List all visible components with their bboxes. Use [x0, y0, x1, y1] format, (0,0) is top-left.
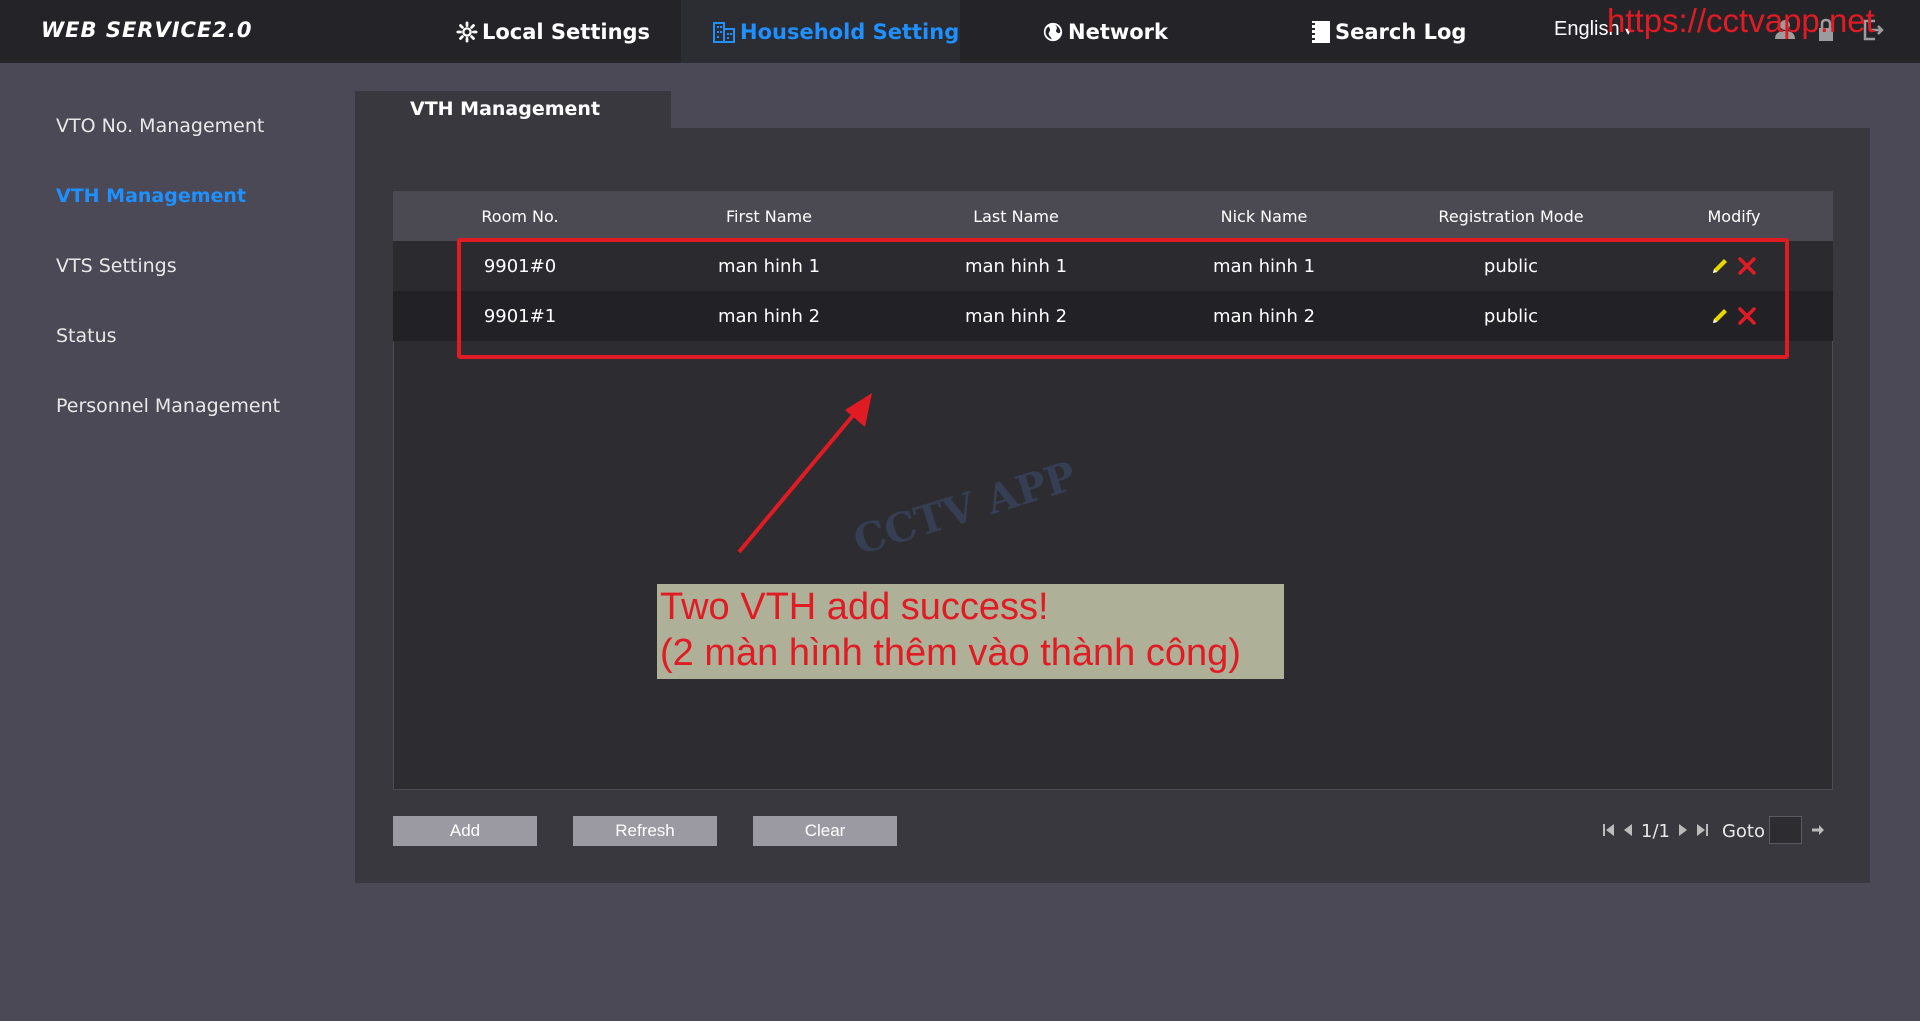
clear-button[interactable]: Clear [753, 816, 897, 846]
sidebar-item-vts-settings[interactable]: VTS Settings [56, 255, 177, 277]
app-logo: WEB SERVICE2.0 [41, 18, 253, 42]
nav-search-log[interactable]: Search Log [1311, 0, 1466, 63]
column-header-registration-mode: Registration Mode [1438, 207, 1584, 226]
goto-input[interactable] [1769, 816, 1802, 844]
goto-label: Goto [1721, 820, 1765, 842]
column-header-modify: Modify [1707, 207, 1761, 226]
add-button[interactable]: Add [393, 816, 537, 846]
first-page-icon[interactable] [1603, 821, 1615, 842]
goto-arrow-icon[interactable] [1811, 823, 1825, 842]
sidebar-item-personnel-management[interactable]: Personnel Management [56, 395, 280, 417]
nav-label: Local Settings [482, 19, 651, 44]
nav-label: Household Setting [740, 19, 960, 44]
prev-page-icon[interactable] [1623, 821, 1633, 842]
sidebar-item-status[interactable]: Status [56, 325, 117, 347]
nav-network[interactable]: Network [1042, 0, 1168, 63]
nav-label: Network [1068, 19, 1169, 44]
annotation-line-2: (2 màn hình thêm vào thành công) [660, 632, 1241, 674]
last-page-icon[interactable] [1696, 821, 1708, 842]
column-header-last-name: Last Name [973, 207, 1059, 226]
sidebar-item-vth-management[interactable]: VTH Management [56, 185, 246, 207]
refresh-button[interactable]: Refresh [573, 816, 717, 846]
log-icon [1311, 20, 1331, 44]
nav-label: Search Log [1335, 19, 1467, 44]
sidebar-item-vto-no-management[interactable]: VTO No. Management [56, 115, 264, 137]
annotation-line-1: Two VTH add success! [660, 586, 1049, 628]
globe-icon [1042, 21, 1064, 43]
highlight-box [457, 238, 1789, 359]
pager: 1/1 Goto [1603, 816, 1765, 846]
top-bar: WEB SERVICE2.0 Local Settings Household … [0, 0, 1920, 63]
annotation-callout: Two VTH add success! (2 màn hình thêm và… [657, 584, 1284, 679]
column-header-room-no: Room No. [481, 207, 559, 226]
nav-household-setting[interactable]: Household Setting [681, 0, 960, 63]
nav-local-settings[interactable]: Local Settings [452, 0, 654, 63]
column-header-first-name: First Name [726, 207, 812, 226]
next-page-icon[interactable] [1678, 821, 1688, 842]
watermark-url: https://cctvapp.net [1607, 2, 1875, 39]
gear-icon [456, 20, 478, 43]
building-icon [712, 20, 736, 44]
column-header-nick-name: Nick Name [1220, 207, 1308, 226]
page-indicator: 1/1 [1641, 820, 1670, 842]
tab-vth-management[interactable]: VTH Management [355, 91, 671, 129]
table-header: Room No. First Name Last Name Nick Name … [393, 191, 1833, 241]
